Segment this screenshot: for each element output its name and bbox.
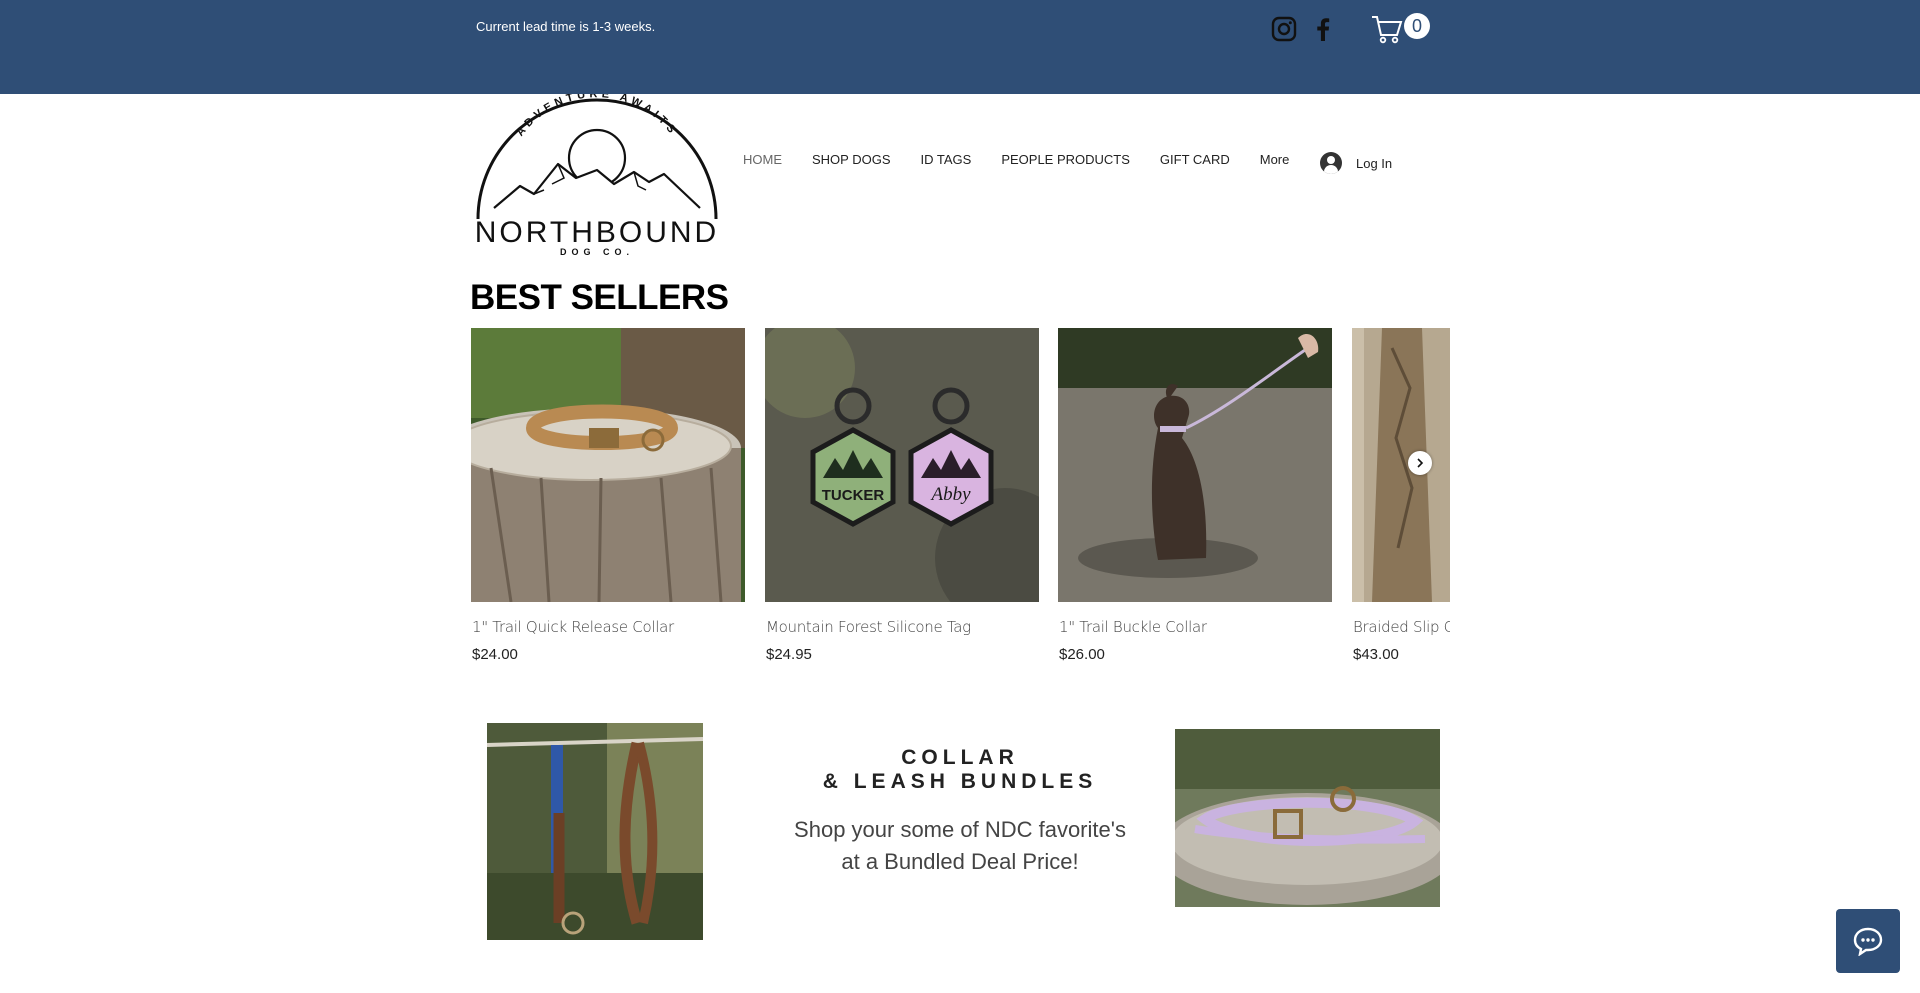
login-button[interactable]: Log In	[1320, 152, 1392, 174]
bundle-leash-image[interactable]	[487, 723, 703, 940]
bundle-heading-line2: & LEASH BUNDLES	[822, 770, 1098, 793]
product-price: $24.00	[472, 646, 518, 663]
nav-home[interactable]: HOME	[743, 152, 782, 167]
product-card[interactable]: Braided Slip Co $43.00	[1352, 328, 1450, 663]
bundle-description: Shop your some of NDC favorite's at a Bu…	[780, 814, 1140, 878]
facebook-link[interactable]	[1308, 14, 1338, 44]
product-price: $24.95	[766, 646, 812, 663]
bundle-text-line2: at a Bundled Deal Price!	[841, 849, 1079, 874]
best-sellers-title: BEST SELLERS	[470, 278, 729, 317]
chevron-right-icon	[1417, 458, 1424, 468]
facebook-icon	[1317, 18, 1330, 41]
nav-shop-dogs[interactable]: SHOP DOGS	[812, 152, 891, 167]
lead-time-text: Current lead time is 1-3 weeks.	[476, 19, 656, 34]
bundle-collar-image[interactable]	[1175, 729, 1440, 907]
chat-widget-button[interactable]	[1836, 909, 1900, 973]
product-image[interactable]	[471, 328, 745, 602]
bundle-text-line1: Shop your some of NDC favorite's	[794, 817, 1126, 842]
top-banner	[0, 0, 1920, 94]
instagram-link[interactable]	[1269, 14, 1299, 44]
logo-sub-text: DOG CO.	[560, 247, 634, 257]
product-image[interactable]	[1352, 328, 1450, 602]
user-avatar-icon	[1320, 152, 1342, 174]
product-price: $26.00	[1059, 646, 1105, 663]
product-name[interactable]: Mountain Forest Silicone Tag	[766, 618, 971, 636]
product-image[interactable]: TUCKER Abby	[765, 328, 1039, 602]
chat-icon	[1853, 927, 1883, 956]
cart-button[interactable]: 0	[1370, 10, 1436, 46]
product-name[interactable]: 1" Trail Quick Release Collar	[472, 618, 674, 636]
tag-name-abby: Abby	[929, 484, 971, 505]
product-card[interactable]: 1" Trail Quick Release Collar $24.00	[471, 328, 745, 663]
tag-name-tucker: TUCKER	[822, 487, 885, 504]
nav-gift-card[interactable]: GIFT CARD	[1160, 152, 1230, 167]
cart-icon	[1372, 16, 1403, 44]
northbound-logo[interactable]: ADVENTURE AWAITS NORTHBOUND DOG CO.	[474, 88, 720, 258]
gallery-next-button[interactable]	[1408, 451, 1432, 475]
product-name[interactable]: 1" Trail Buckle Collar	[1059, 618, 1207, 636]
best-sellers-gallery: 1" Trail Quick Release Collar $24.00 TUC…	[470, 328, 1450, 680]
product-card[interactable]: TUCKER Abby Mountain Forest Silicone Tag…	[765, 328, 1039, 663]
cart-count-badge: 0	[1404, 13, 1430, 39]
product-image[interactable]	[1058, 328, 1332, 602]
nav-id-tags[interactable]: ID TAGS	[921, 152, 972, 167]
login-label: Log In	[1356, 155, 1393, 171]
nav-people-products[interactable]: PEOPLE PRODUCTS	[1001, 152, 1130, 167]
product-name[interactable]: Braided Slip Co	[1353, 618, 1450, 636]
logo-graphic: ADVENTURE AWAITS NORTHBOUND DOG CO.	[475, 88, 719, 257]
bundle-heading: COLLAR & LEASH BUNDLES	[780, 746, 1140, 794]
nav-more[interactable]: More	[1260, 152, 1290, 167]
product-price: $43.00	[1353, 646, 1399, 663]
instagram-icon	[1271, 16, 1297, 42]
product-card[interactable]: 1" Trail Buckle Collar $26.00	[1058, 328, 1332, 663]
bundle-heading-line1: COLLAR	[901, 746, 1019, 769]
logo-brand-text: NORTHBOUND	[475, 216, 719, 249]
main-nav: HOME SHOP DOGS ID TAGS PEOPLE PRODUCTS G…	[728, 152, 1304, 167]
